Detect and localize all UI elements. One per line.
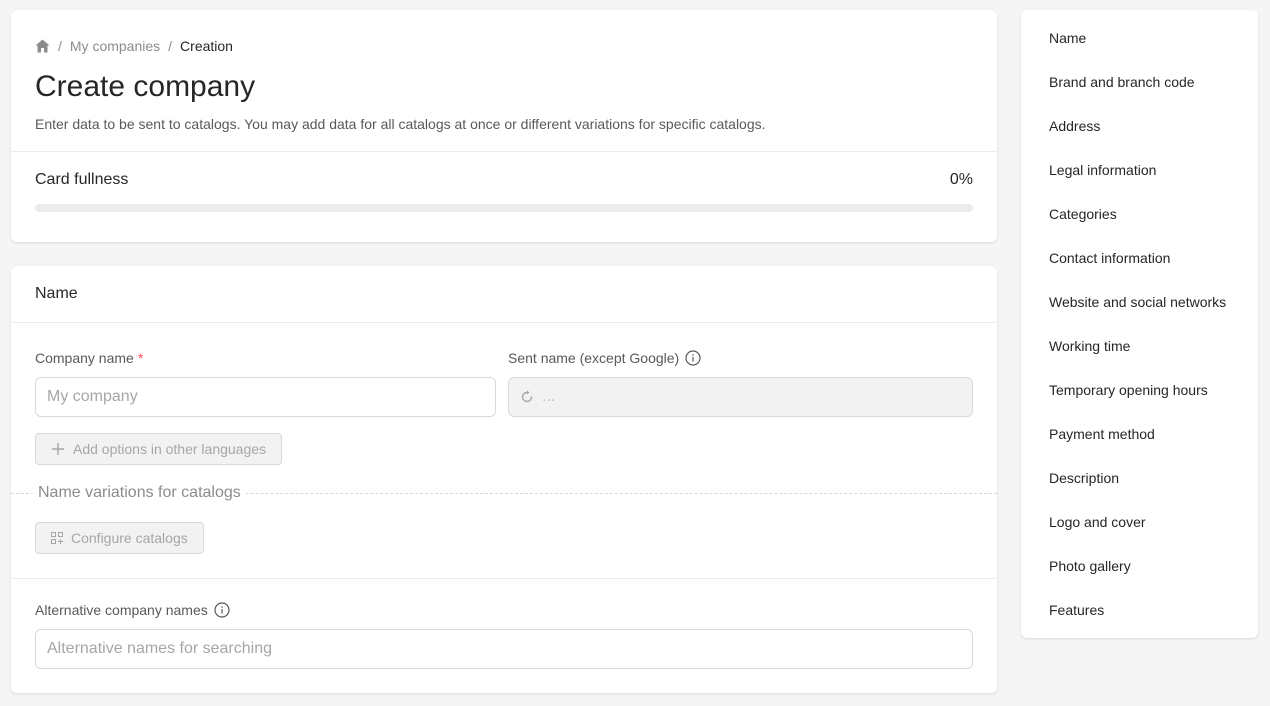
nav-item-features[interactable]: Features [1049,602,1226,646]
sent-name-label-text: Sent name (except Google) [508,350,680,366]
add-languages-button[interactable]: Add options in other languages [35,433,283,465]
sent-name-value: ... [542,388,556,405]
nav-item-working-time[interactable]: Working time [1049,338,1226,382]
home-icon[interactable] [35,39,50,53]
breadcrumb-separator: / [58,38,62,54]
info-icon[interactable] [214,602,230,618]
nav-item-payment-method[interactable]: Payment method [1049,426,1226,470]
nav-item-brand-branch-code[interactable]: Brand and branch code [1049,74,1226,118]
catalogs-grid-icon [51,532,63,544]
add-languages-label: Add options in other languages [73,441,267,457]
breadcrumb-creation: Creation [180,38,233,54]
company-name-input[interactable] [35,377,496,417]
sent-name-label: Sent name (except Google) [508,350,701,366]
alternative-names-label: Alternative company names [35,602,230,618]
nav-item-temporary-hours[interactable]: Temporary opening hours [1049,382,1226,426]
nav-item-photo-gallery[interactable]: Photo gallery [1049,558,1226,602]
breadcrumb-separator: / [168,38,173,54]
nav-item-name[interactable]: Name [1049,30,1226,74]
nav-item-logo-cover[interactable]: Logo and cover [1049,514,1226,558]
company-name-label: Company name * [35,350,143,366]
name-variations-title: Name variations for catalogs [33,484,246,502]
sent-name-input: ... [508,377,973,417]
page-subtitle: Enter data to be sent to catalogs. You m… [35,116,766,132]
configure-catalogs-button[interactable]: Configure catalogs [35,522,204,554]
configure-catalogs-label: Configure catalogs [71,530,188,546]
nav-item-website-social[interactable]: Website and social networks [1049,294,1226,338]
card-fullness-label: Card fullness [35,171,129,188]
nav-item-contact-information[interactable]: Contact information [1049,250,1226,294]
alternative-names-label-text: Alternative company names [35,602,208,618]
breadcrumb-my-companies[interactable]: My companies [70,38,160,54]
plus-icon [52,443,64,455]
page-title: Create company [35,70,256,103]
section-nav: Name Brand and branch code Address Legal… [1021,10,1258,638]
divider [11,322,997,323]
breadcrumb: / My companies / Creation [35,38,233,54]
name-section-card: Name Company name * Sent name (except Go… [11,266,997,693]
required-mark: * [137,350,144,366]
divider [11,578,997,579]
divider [11,151,997,152]
section-title-name: Name [35,285,78,302]
company-name-label-text: Company name [35,350,134,366]
nav-item-address[interactable]: Address [1049,118,1226,162]
card-fullness-progress-bar [35,204,973,212]
nav-item-description[interactable]: Description [1049,470,1226,514]
nav-item-legal-information[interactable]: Legal information [1049,162,1226,206]
alternative-names-input[interactable] [35,629,973,669]
nav-item-categories[interactable]: Categories [1049,206,1226,250]
loading-icon [521,390,533,403]
header-card: / My companies / Creation Create company… [11,10,997,242]
section-nav-list: Name Brand and branch code Address Legal… [1049,30,1226,646]
info-icon[interactable] [685,350,701,366]
card-fullness-value: 0% [949,171,973,188]
